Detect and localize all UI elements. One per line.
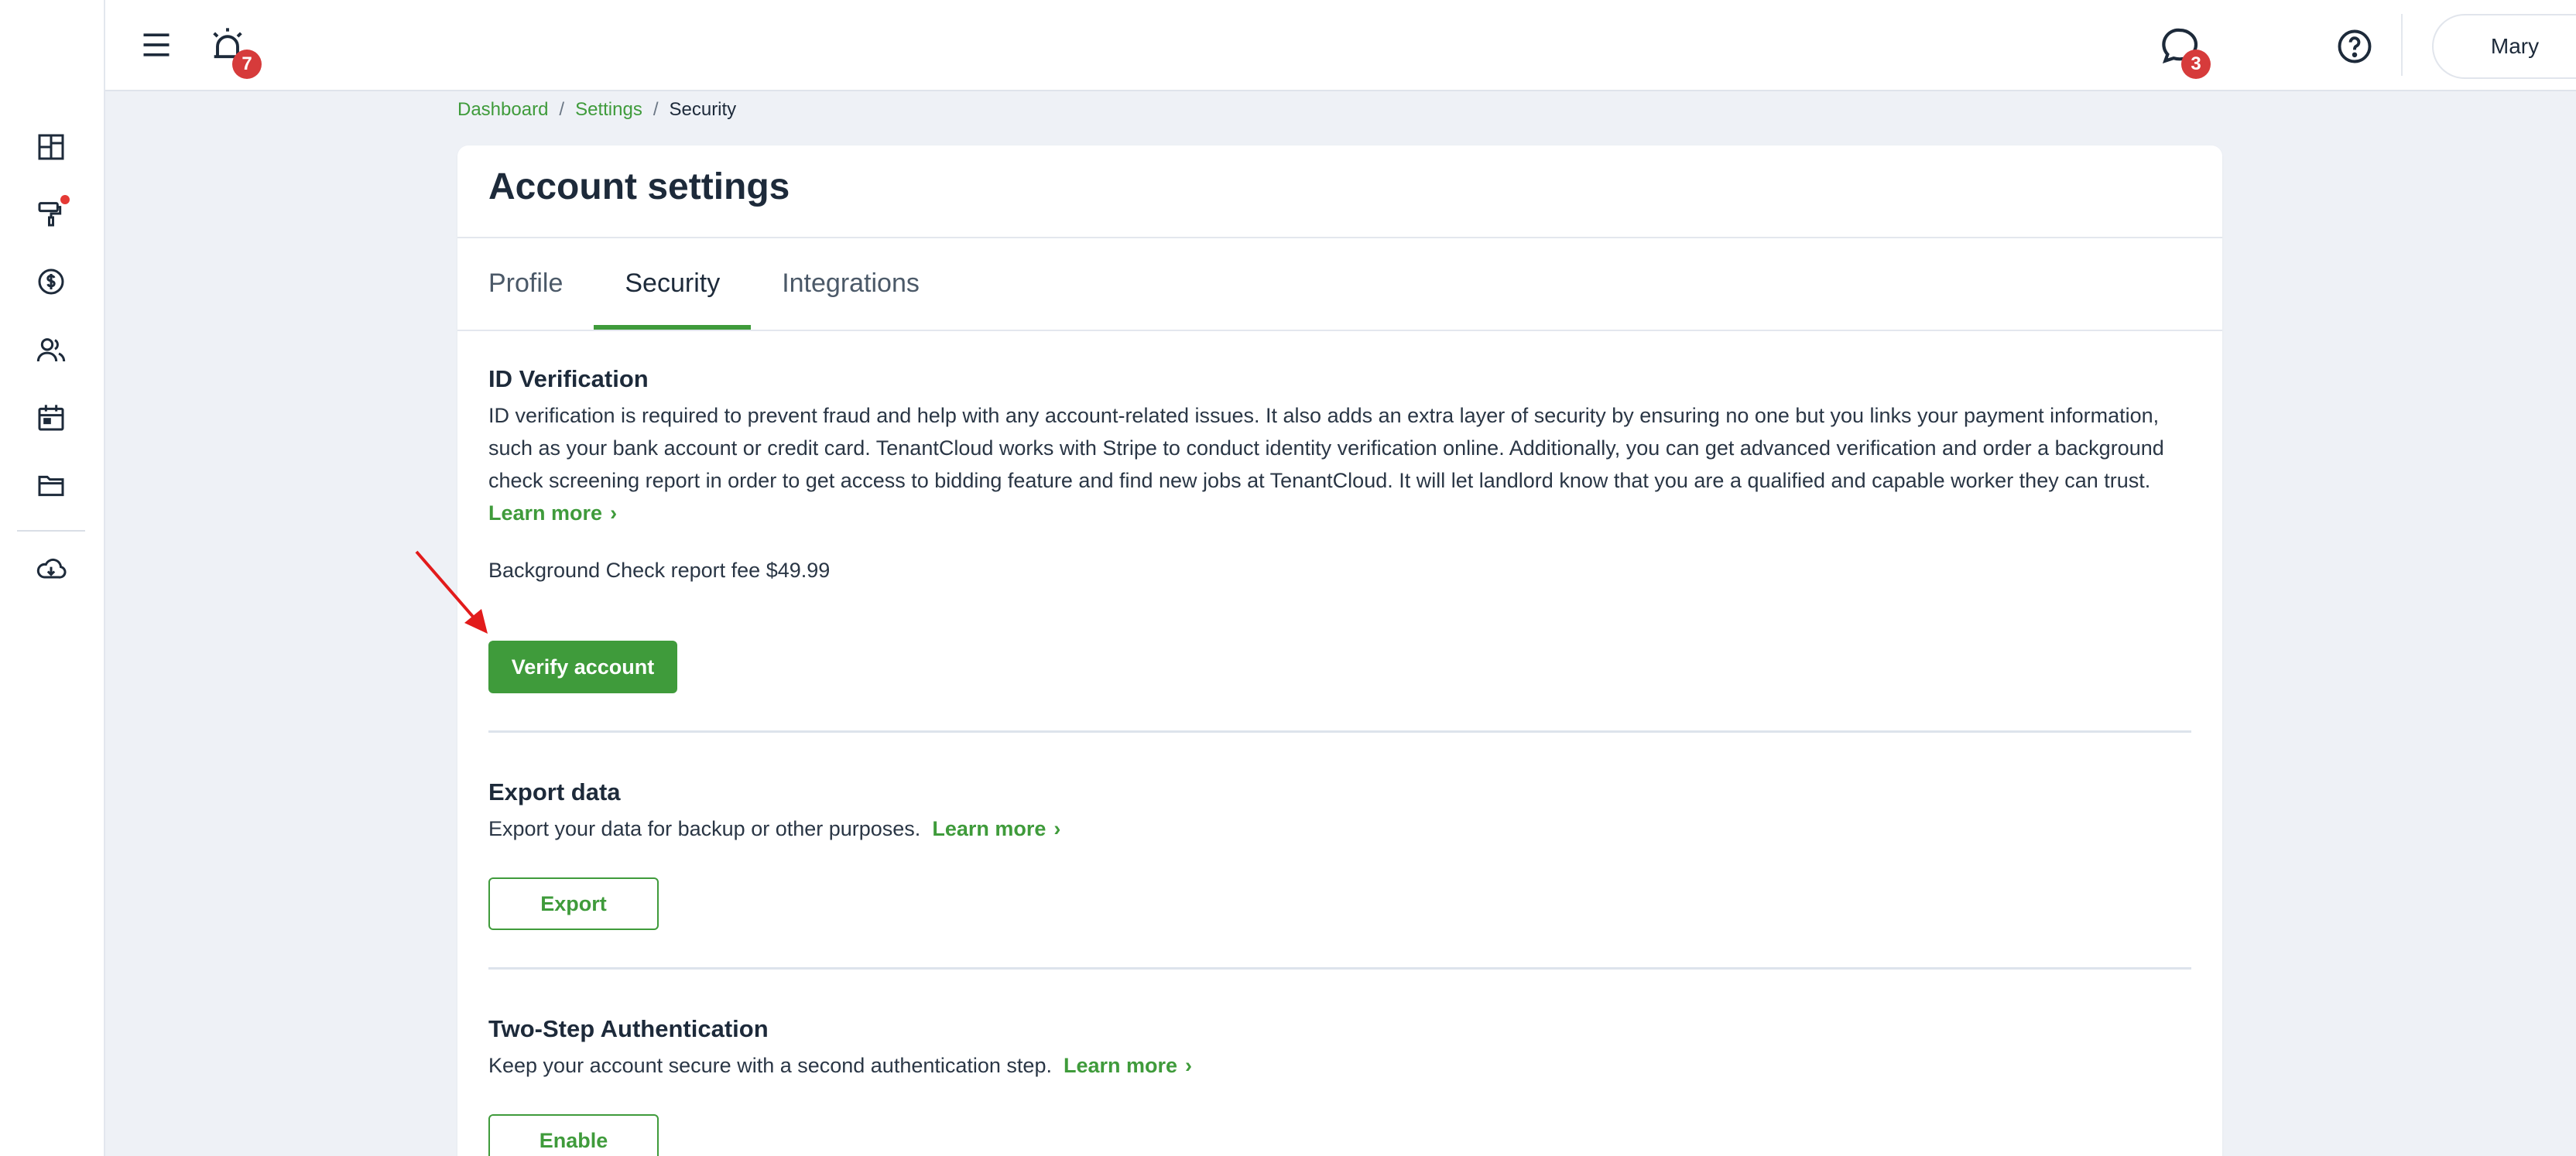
sidebar-divider (17, 530, 85, 532)
breadcrumb-dashboard[interactable]: Dashboard (457, 99, 548, 121)
breadcrumb-current: Security (669, 99, 737, 120)
chevron-right-icon: › (610, 501, 618, 525)
calendar-icon[interactable] (34, 401, 68, 435)
tab-profile[interactable]: Profile (488, 237, 594, 330)
learn-more-label: Learn more (1063, 1054, 1178, 1077)
two-step-title: Two-Step Authentication (488, 1015, 769, 1042)
chat-icon[interactable]: 3 (2158, 25, 2211, 79)
page-title: Account settings (488, 166, 790, 207)
enable-button[interactable]: Enable (488, 1114, 659, 1156)
help-icon[interactable] (2334, 26, 2375, 67)
cloud-download-icon[interactable] (34, 552, 68, 587)
export-button[interactable]: Export (488, 877, 659, 930)
maintenance-icon[interactable] (34, 195, 70, 231)
verify-account-button[interactable]: Verify account (488, 641, 677, 693)
top-bar: 7 3 Mary (105, 0, 2576, 91)
breadcrumb-settings[interactable]: Settings (575, 99, 642, 121)
breadcrumb: Dashboard / Settings / Security (457, 99, 736, 121)
export-data-description: Export your data for backup or other pur… (488, 812, 2191, 845)
sidebar (0, 0, 105, 1156)
two-step-description: Keep your account secure with a second a… (488, 1049, 2191, 1082)
tab-integrations[interactable]: Integrations (751, 237, 951, 330)
alarm-badge: 7 (232, 50, 262, 79)
learn-more-label: Learn more (488, 501, 603, 525)
export-data-title: Export data (488, 778, 621, 805)
chat-badge: 3 (2181, 50, 2211, 79)
account-settings-card: Account settings Profile Security Integr… (457, 145, 2222, 1156)
user-menu[interactable]: Mary (2432, 14, 2576, 79)
background-check-fee: Background Check report fee $49.99 (488, 559, 831, 582)
chevron-right-icon: › (1185, 1054, 1193, 1077)
folder-icon[interactable] (34, 469, 68, 503)
tab-security[interactable]: Security (594, 237, 752, 330)
notification-dot (60, 195, 70, 204)
id-verification-description: ID verification is required to prevent f… (488, 399, 2191, 529)
breadcrumb-separator: / (559, 99, 565, 120)
menu-icon[interactable] (139, 28, 173, 62)
breadcrumb-separator: / (653, 99, 659, 120)
dashboard-icon[interactable] (34, 130, 68, 164)
id-verification-title: ID Verification (488, 365, 649, 392)
two-step-text: Keep your account secure with a second a… (488, 1054, 1052, 1077)
accounting-icon[interactable] (34, 265, 68, 299)
learn-more-label: Learn more (932, 817, 1046, 840)
export-data-learn-more[interactable]: Learn more › (932, 817, 1060, 840)
tabs-divider (457, 330, 2222, 331)
topbar-divider (2401, 14, 2403, 76)
two-step-learn-more[interactable]: Learn more › (1064, 1054, 1192, 1077)
chevron-right-icon: › (1053, 817, 1061, 840)
section-divider (488, 730, 2191, 733)
export-data-text: Export your data for backup or other pur… (488, 817, 921, 840)
id-verification-text: ID verification is required to prevent f… (488, 404, 2164, 492)
alarm-icon[interactable]: 7 (207, 25, 262, 79)
user-name: Mary (2490, 34, 2540, 58)
annotation-arrow-icon (415, 550, 488, 634)
people-icon[interactable] (34, 333, 68, 367)
section-divider (488, 967, 2191, 970)
id-verification-learn-more[interactable]: Learn more › (488, 501, 617, 525)
settings-tabs: Profile Security Integrations (488, 237, 951, 330)
